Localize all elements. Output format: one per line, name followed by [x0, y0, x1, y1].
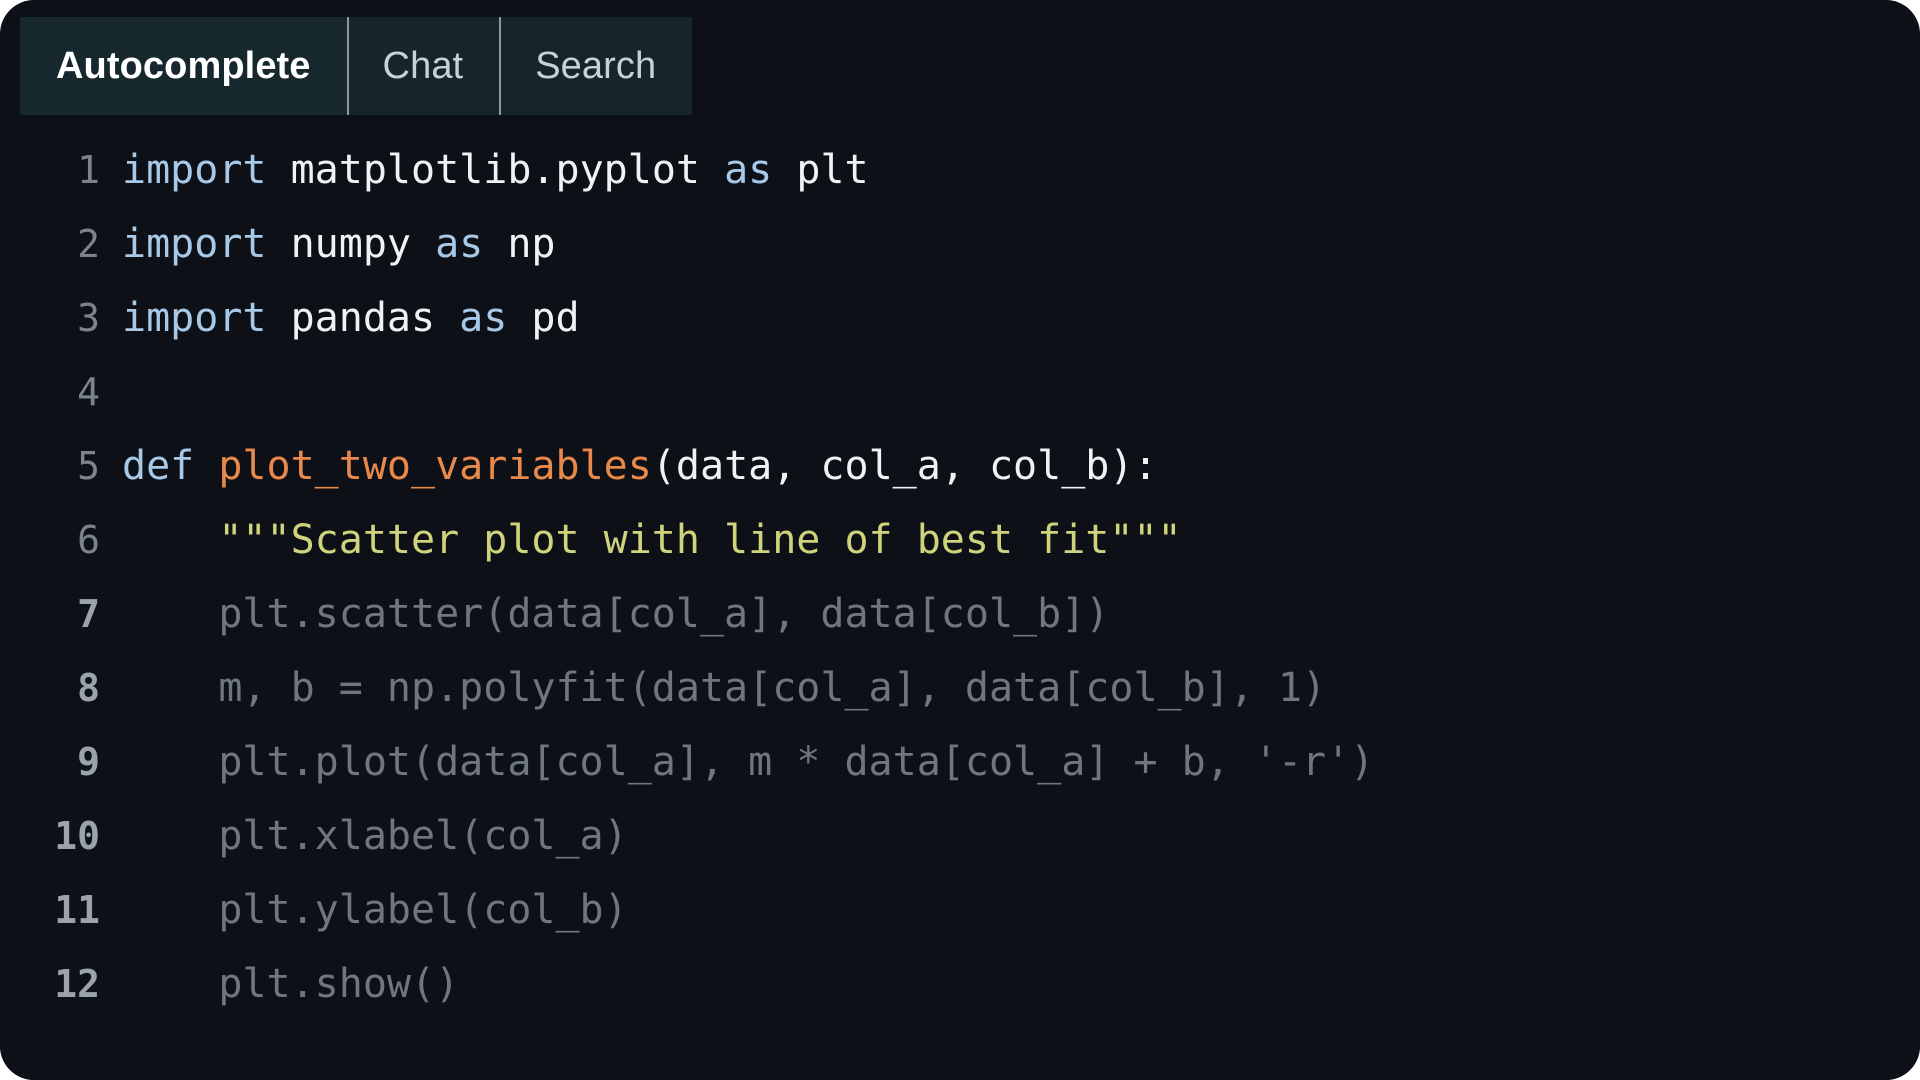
token-ghost: plt.xlabel(col_a)	[122, 813, 628, 859]
token-plain: (data, col_a, col_b):	[651, 443, 1158, 489]
line-number: 11	[54, 888, 100, 932]
line-number: 4	[77, 370, 100, 414]
line-number: 9	[77, 740, 100, 784]
line-content: plt.show()	[122, 947, 1920, 1021]
token-kw: import	[122, 221, 267, 267]
token-plain: plt	[772, 147, 869, 193]
line-number: 6	[77, 518, 100, 562]
token-doc: """Scatter plot with line of best fit"""	[218, 517, 1182, 563]
line-content: """Scatter plot with line of best fit"""	[122, 503, 1920, 577]
tab-search[interactable]: Search	[499, 17, 693, 115]
token-kw: as	[459, 295, 508, 341]
code-line-suggested[interactable]: 8 m, b = np.polyfit(data[col_a], data[co…	[0, 651, 1920, 725]
line-number: 12	[54, 962, 100, 1006]
line-content: import numpy as np	[122, 207, 1920, 281]
token-ghost: plt.plot(data[col_a], m * data[col_a] + …	[122, 739, 1375, 785]
token-ghost: plt.scatter(data[col_a], data[col_b])	[122, 591, 1110, 637]
token-ghost: plt.ylabel(col_b)	[122, 887, 628, 933]
tab-chat[interactable]: Chat	[346, 17, 500, 115]
code-line-suggested[interactable]: 12 plt.show()	[0, 947, 1920, 1021]
tab-label: Chat	[382, 44, 464, 87]
line-number: 3	[77, 296, 100, 340]
code-line-suggested[interactable]: 11 plt.ylabel(col_b)	[0, 873, 1920, 947]
token-ghost: plt.show()	[122, 961, 460, 1007]
token-plain: pandas	[266, 295, 460, 341]
token-ghost: m, b = np.polyfit(data[col_a], data[col_…	[122, 665, 1327, 711]
token-kw: as	[435, 221, 484, 267]
line-number: 5	[77, 444, 100, 488]
token-plain: np	[483, 221, 556, 267]
code-editor[interactable]: 1 import matplotlib.pyplot as plt 2 import …	[0, 115, 1920, 1080]
code-line[interactable]: 5 def plot_two_variables(data, col_a, col…	[0, 429, 1920, 503]
code-line[interactable]: 4	[0, 355, 1920, 429]
tab-label: Search	[535, 44, 657, 87]
code-line-suggested[interactable]: 7 plt.scatter(data[col_a], data[col_b])	[0, 577, 1920, 651]
token-plain: pd	[507, 295, 580, 341]
line-content: def plot_two_variables(data, col_a, col_…	[122, 429, 1920, 503]
line-number: 2	[77, 222, 100, 266]
token-kw: as	[724, 147, 773, 193]
code-line-suggested[interactable]: 9 plt.plot(data[col_a], m * data[col_a] …	[0, 725, 1920, 799]
token-fn: plot_two_variables	[218, 443, 652, 489]
code-line-suggested[interactable]: 10 plt.xlabel(col_a)	[0, 799, 1920, 873]
token-plain: matplotlib.pyplot	[266, 147, 725, 193]
line-content: import pandas as pd	[122, 281, 1920, 355]
editor-card: Autocomplete Chat Search 1 import matplotli…	[0, 0, 1920, 1080]
tab-autocomplete[interactable]: Autocomplete	[20, 17, 347, 115]
line-content: plt.xlabel(col_a)	[122, 799, 1920, 873]
token-kw: import	[122, 147, 267, 193]
token-kw: def	[122, 443, 195, 489]
line-number: 7	[77, 592, 100, 636]
token-kw: import	[122, 295, 267, 341]
line-content: import matplotlib.pyplot as plt	[122, 133, 1920, 207]
line-number: 10	[54, 814, 100, 858]
line-content: m, b = np.polyfit(data[col_a], data[col_…	[122, 651, 1920, 725]
line-content: plt.scatter(data[col_a], data[col_b])	[122, 577, 1920, 651]
token-plain: numpy	[266, 221, 436, 267]
code-line[interactable]: 6 """Scatter plot with line of best fit"…	[0, 503, 1920, 577]
line-number: 1	[77, 148, 100, 192]
line-number: 8	[77, 666, 100, 710]
code-line[interactable]: 2 import numpy as np	[0, 207, 1920, 281]
tab-bar: Autocomplete Chat Search	[20, 17, 693, 115]
code-line[interactable]: 3 import pandas as pd	[0, 281, 1920, 355]
line-content: plt.plot(data[col_a], m * data[col_a] + …	[122, 725, 1920, 799]
line-content: plt.ylabel(col_b)	[122, 873, 1920, 947]
tab-label: Autocomplete	[56, 44, 311, 87]
code-line[interactable]: 1 import matplotlib.pyplot as plt	[0, 133, 1920, 207]
